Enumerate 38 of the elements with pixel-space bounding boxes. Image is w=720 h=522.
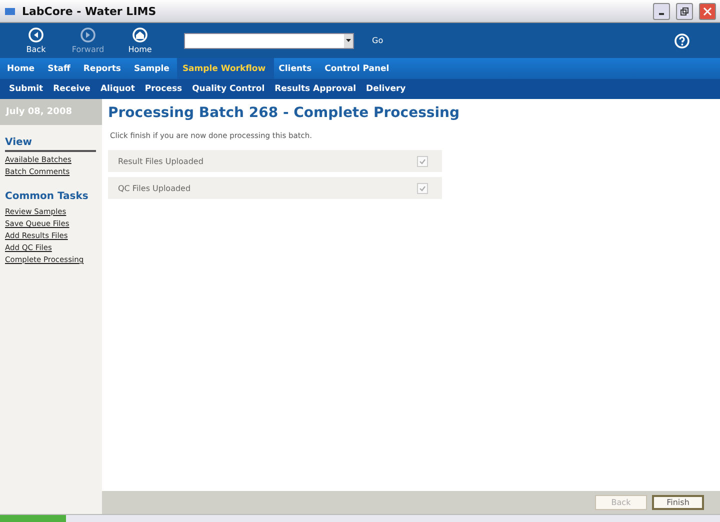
caret-icon — [346, 39, 351, 42]
subnav-item[interactable]: Delivery — [361, 84, 411, 94]
nav-tab[interactable]: Sample Workflow — [177, 58, 274, 79]
window-title: LabCore - Water LIMS — [22, 4, 158, 18]
subnav-item[interactable]: Aliquot — [95, 84, 140, 94]
page-heading: Processing Batch 268 - Complete Processing — [108, 105, 461, 121]
app-icon — [4, 6, 16, 16]
finish-button[interactable]: Finish — [652, 495, 704, 510]
section-title: View — [5, 135, 96, 152]
section-title: Common Tasks — [5, 190, 90, 204]
toolbar-button[interactable]: Back — [10, 27, 62, 54]
go-button[interactable]: Go — [366, 35, 390, 46]
help-icon[interactable] — [674, 32, 690, 48]
home-icon — [132, 27, 148, 43]
status-label: QC Files Uploaded — [118, 184, 191, 192]
toolbar-button[interactable]: Home — [114, 27, 166, 54]
subnav-item[interactable]: Process — [140, 84, 188, 94]
checkbox[interactable] — [417, 156, 428, 166]
nav-tab[interactable]: Home — [2, 58, 43, 79]
close-button[interactable] — [699, 2, 716, 20]
restore-button[interactable] — [676, 2, 693, 20]
subnav-item[interactable]: Quality Control — [187, 84, 270, 94]
status-label: Result Files Uploaded — [118, 156, 204, 166]
subnav-item[interactable]: Submit — [4, 84, 48, 94]
nav-tab[interactable]: Control Panel — [320, 58, 398, 79]
start-button[interactable] — [0, 515, 66, 522]
subnav-item[interactable]: Results Approval — [270, 84, 362, 94]
address-dropdown[interactable] — [184, 32, 354, 48]
date-label: July 08, 2008 — [0, 99, 102, 125]
subnav-item[interactable]: Receive — [48, 84, 96, 94]
nav-tab[interactable]: Clients — [274, 58, 320, 79]
checkbox[interactable] — [417, 182, 428, 194]
nav-tab[interactable]: Staff — [42, 58, 78, 79]
close-icon — [703, 6, 712, 16]
nav-tab[interactable]: Sample — [128, 58, 178, 79]
restore-icon — [680, 6, 689, 16]
minimize-button[interactable] — [653, 2, 670, 20]
nav-tab[interactable]: Reports — [78, 58, 129, 79]
